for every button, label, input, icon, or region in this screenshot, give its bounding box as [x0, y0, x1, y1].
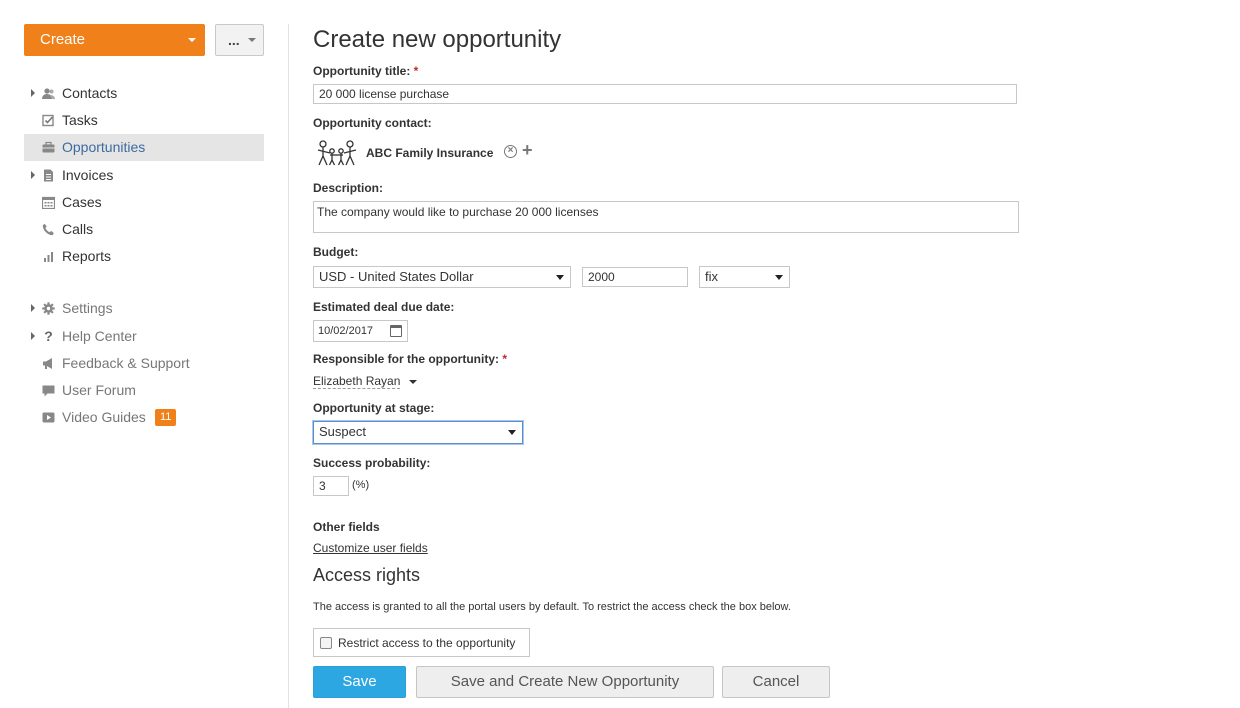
sidebar-item-label: Help Center	[62, 328, 137, 344]
contact-label: Opportunity contact:	[313, 116, 432, 130]
play-icon	[42, 412, 55, 423]
restrict-access-label[interactable]: Restrict access to the opportunity	[338, 636, 515, 650]
sidebar-item-label: Tasks	[62, 112, 98, 128]
stage-value: Suspect	[319, 424, 366, 439]
budget-type-select[interactable]: fix	[699, 266, 790, 288]
sidebar-item-cases[interactable]: Cases	[24, 189, 264, 216]
expand-arrow-icon[interactable]	[31, 332, 35, 340]
sidebar-item-invoices[interactable]: Invoices	[24, 162, 264, 189]
calls-icon	[42, 223, 54, 236]
stage-label: Opportunity at stage:	[313, 401, 435, 415]
sidebar-item-label: Invoices	[62, 167, 114, 183]
more-actions-label: ...	[228, 32, 240, 48]
reports-icon	[44, 252, 53, 262]
title-input[interactable]: 20 000 license purchase	[313, 84, 1017, 104]
cancel-button[interactable]: Cancel	[722, 666, 830, 698]
currency-select[interactable]: USD - United States Dollar	[313, 266, 571, 288]
megaphone-icon	[43, 358, 52, 369]
sidebar-item-tasks[interactable]: Tasks	[24, 107, 264, 134]
required-mark: *	[502, 352, 508, 366]
gear-icon	[42, 302, 55, 315]
sidebar-item-label: Video Guides	[62, 409, 146, 425]
budget-type-value: fix	[705, 269, 718, 284]
budget-amount-input[interactable]: 2000	[582, 267, 688, 287]
cases-icon	[42, 196, 55, 209]
sidebar-item-user-forum[interactable]: User Forum	[24, 377, 264, 404]
expand-arrow-icon[interactable]	[31, 304, 35, 312]
sidebar-item-help-center[interactable]: ? Help Center	[24, 323, 264, 350]
probability-label: Success probability:	[313, 456, 431, 470]
sidebar-item-label: Calls	[62, 221, 94, 237]
dropdown-arrow-icon	[508, 430, 516, 435]
calendar-icon[interactable]	[390, 325, 402, 337]
due-date-label: Estimated deal due date:	[313, 300, 455, 314]
access-note: The access is granted to all the portal …	[313, 601, 791, 613]
sidebar-item-reports[interactable]: Reports	[24, 243, 264, 270]
sidebar-item-video-guides[interactable]: Video Guides 11	[24, 404, 264, 431]
family-icon	[317, 140, 357, 166]
responsible-person-link[interactable]: Elizabeth Rayan	[313, 374, 401, 389]
probability-input[interactable]: 3	[313, 476, 349, 496]
tasks-icon	[42, 114, 54, 127]
required-mark: *	[413, 64, 419, 78]
sidebar-divider	[288, 24, 289, 708]
expand-arrow-icon[interactable]	[31, 89, 35, 97]
budget-label: Budget:	[313, 245, 359, 259]
responsible-label: Responsible for the opportunity: *	[313, 352, 507, 366]
add-contact-icon[interactable]: +	[522, 141, 533, 159]
sidebar-item-label: Feedback & Support	[62, 355, 190, 371]
save-button[interactable]: Save	[313, 666, 406, 698]
expand-arrow-icon[interactable]	[31, 171, 35, 179]
sidebar-item-label: User Forum	[62, 382, 136, 398]
title-label-text: Opportunity title:	[313, 64, 411, 78]
dropdown-arrow-icon	[556, 275, 564, 280]
chevron-down-icon	[188, 38, 196, 42]
create-button[interactable]: Create	[24, 24, 205, 56]
title-label: Opportunity title: *	[313, 64, 418, 78]
question-icon: ?	[44, 328, 53, 344]
contact-row: ABC Family Insurance × +	[313, 138, 613, 168]
remove-contact-icon[interactable]: ×	[504, 145, 517, 158]
sidebar-item-label: Contacts	[62, 85, 118, 101]
sidebar-item-settings[interactable]: Settings	[24, 295, 264, 322]
sidebar-item-opportunities[interactable]: Opportunities	[24, 134, 264, 161]
chevron-down-icon	[248, 38, 256, 42]
responsible-label-text: Responsible for the opportunity:	[313, 352, 499, 366]
restrict-access-row[interactable]: Restrict access to the opportunity	[313, 628, 530, 657]
description-textarea[interactable]: The company would like to purchase 20 00…	[313, 201, 1019, 233]
invoices-icon	[44, 169, 53, 182]
create-button-label: Create	[40, 31, 86, 48]
sidebar-item-calls[interactable]: Calls	[24, 216, 264, 243]
sidebar-item-contacts[interactable]: Contacts	[24, 80, 264, 107]
other-fields-title: Other fields	[313, 520, 380, 534]
stage-select[interactable]: Suspect	[313, 421, 523, 444]
due-date-value: 10/02/2017	[318, 325, 374, 337]
contact-name[interactable]: ABC Family Insurance	[366, 146, 493, 160]
customize-fields-link[interactable]: Customize user fields	[313, 541, 428, 555]
opportunity-form: Create new opportunity Opportunity title…	[313, 0, 1213, 708]
probability-unit: (%)	[352, 479, 370, 491]
sidebar-item-label: Cases	[62, 194, 102, 210]
access-rights-title: Access rights	[313, 565, 421, 585]
chevron-down-icon[interactable]	[409, 380, 417, 384]
due-date-input[interactable]: 10/02/2017	[313, 320, 408, 342]
chat-icon	[42, 385, 55, 397]
sidebar-item-feedback-support[interactable]: Feedback & Support	[24, 350, 264, 377]
description-label: Description:	[313, 181, 384, 195]
opportunities-icon	[42, 141, 55, 153]
sidebar-item-label: Opportunities	[62, 139, 146, 155]
video-guides-badge: 11	[155, 409, 177, 426]
sidebar-item-label: Settings	[62, 300, 113, 316]
contacts-icon	[42, 88, 55, 99]
currency-value: USD - United States Dollar	[319, 269, 474, 284]
save-and-create-new-button[interactable]: Save and Create New Opportunity	[416, 666, 714, 698]
dropdown-arrow-icon	[775, 275, 783, 280]
more-actions-button[interactable]: ...	[215, 24, 264, 56]
restrict-access-checkbox[interactable]	[320, 637, 332, 649]
sidebar-item-label: Reports	[62, 248, 112, 264]
page-title: Create new opportunity	[313, 26, 562, 53]
